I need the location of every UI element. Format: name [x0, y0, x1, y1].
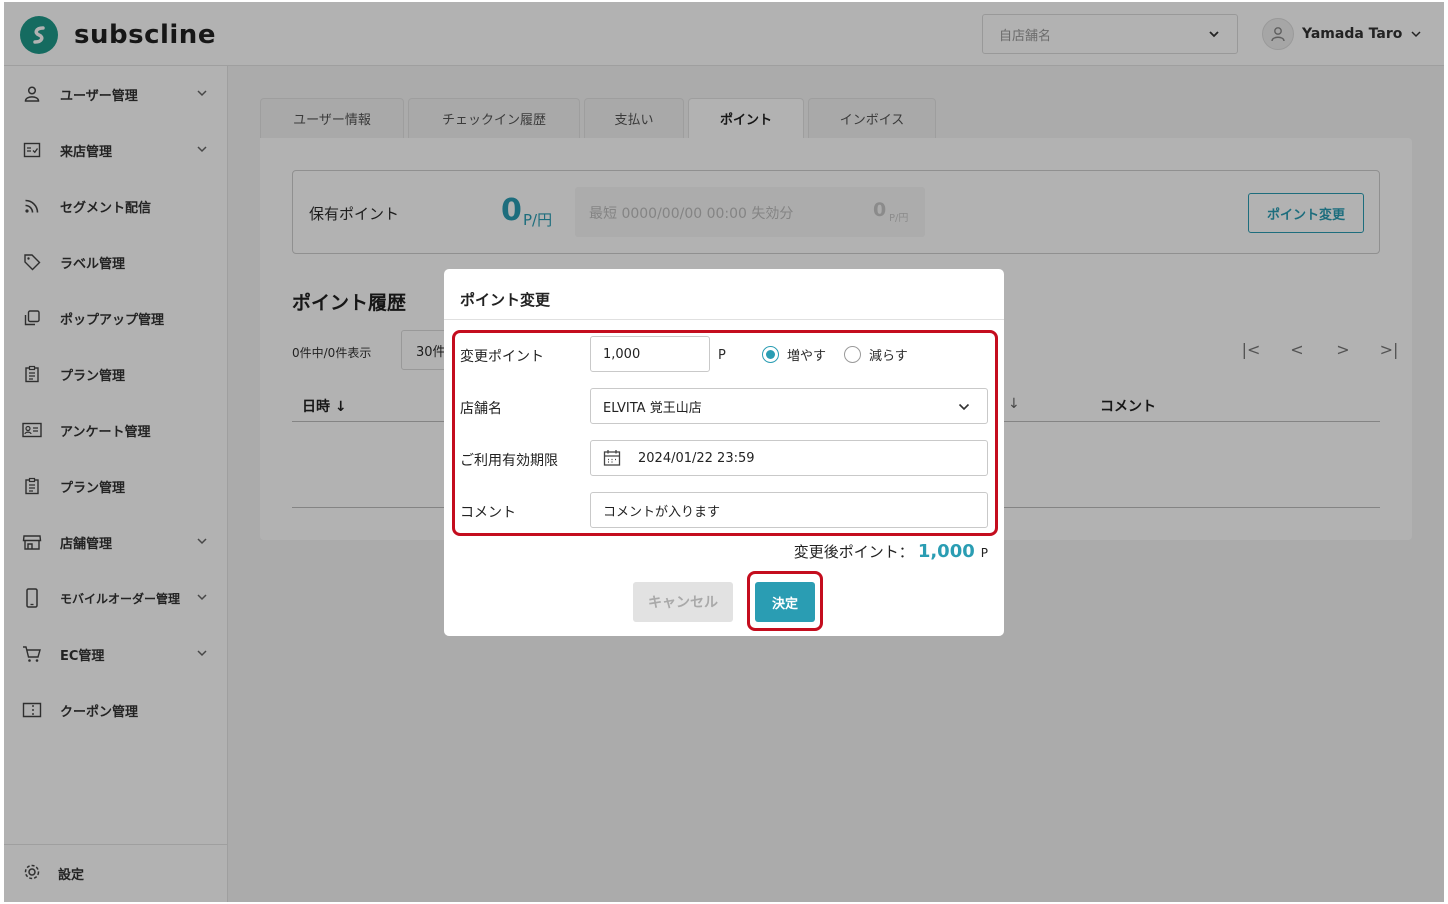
radio-increase[interactable]: 増やす: [762, 345, 826, 364]
radio-selected-icon: [762, 346, 779, 363]
after-points-unit: P: [980, 546, 988, 560]
cancel-button[interactable]: キャンセル: [633, 582, 733, 622]
after-change-points: 変更後ポイント： 1,000 P: [794, 541, 988, 562]
points-field-label: 変更ポイント: [460, 349, 544, 365]
points-input[interactable]: 1,000: [590, 336, 710, 372]
store-select-field[interactable]: ELVITA 覚王山店: [590, 388, 988, 424]
points-change-dialog: ポイント変更 変更ポイント 1,000 P 増やす 減らす 店舗名 ELVITA…: [444, 269, 1004, 636]
expiry-date-value: 2024/01/22 23:59: [638, 450, 755, 466]
expiry-date-input[interactable]: 2024/01/22 23:59: [590, 440, 988, 476]
store-select-value: ELVITA 覚王山店: [603, 400, 702, 416]
chevron-down-icon: [957, 400, 971, 418]
points-input-unit: P: [718, 348, 726, 363]
after-points-value: 1,000: [917, 541, 975, 562]
radio-unselected-icon: [844, 346, 861, 363]
comment-input[interactable]: コメントが入ります: [590, 492, 988, 528]
app-window: subscline 自店舗名 Yamada Taro ユーザー管理 来店管理 セ…: [4, 2, 1444, 902]
radio-increase-label: 増やす: [787, 349, 827, 364]
submit-button[interactable]: 決定: [755, 582, 815, 622]
radio-decrease[interactable]: 減らす: [844, 345, 908, 364]
after-points-label: 変更後ポイント：: [793, 543, 914, 561]
calendar-icon: [603, 449, 621, 467]
comment-field-label: コメント: [460, 505, 516, 521]
dialog-title: ポイント変更: [460, 291, 551, 309]
expiry-field-label: ご利用有効期限: [460, 453, 558, 469]
radio-decrease-label: 減らす: [869, 349, 908, 364]
store-field-label: 店舗名: [460, 401, 502, 417]
dialog-divider: [444, 319, 1004, 320]
